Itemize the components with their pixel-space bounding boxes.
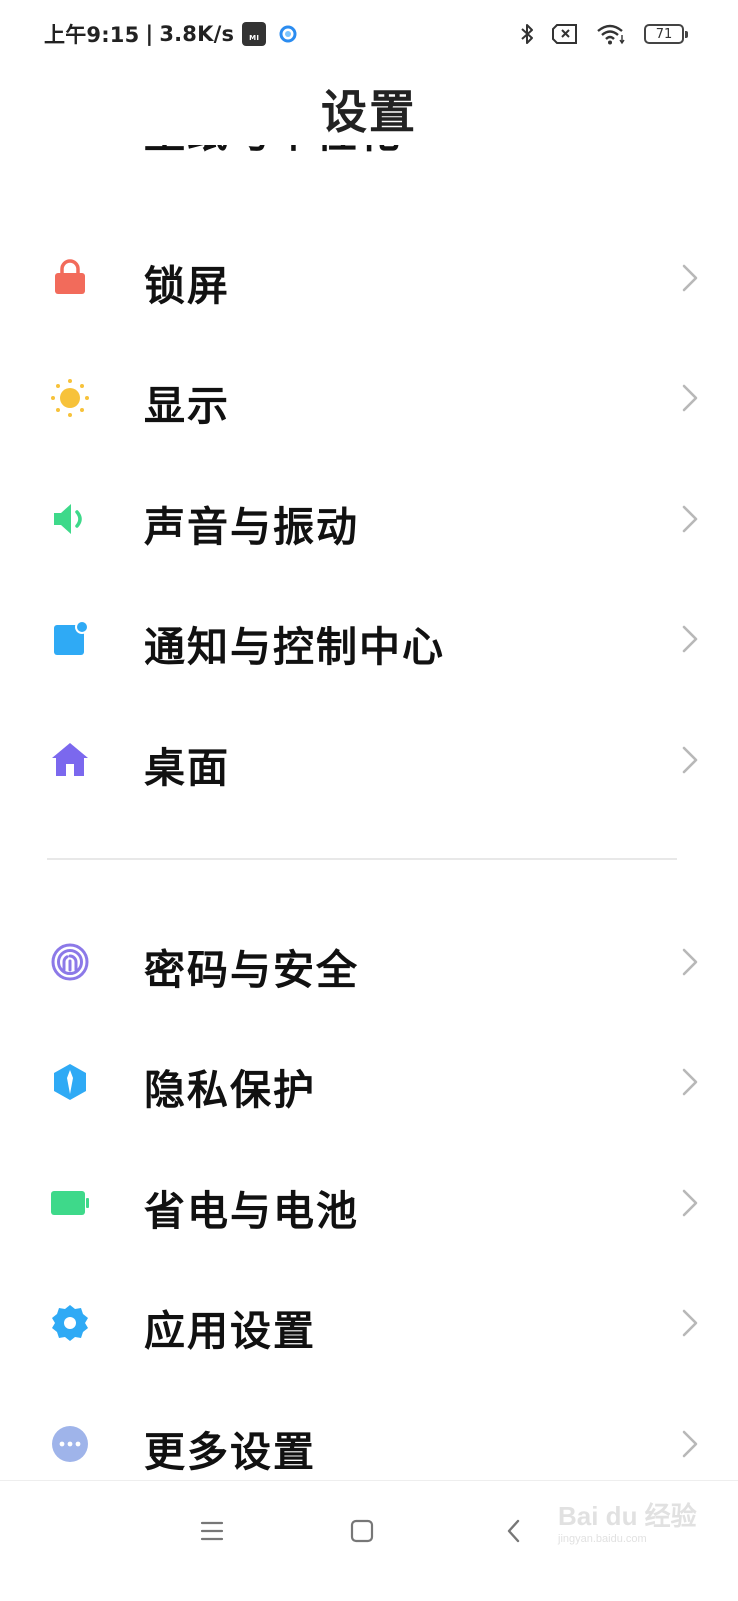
settings-item-display[interactable]: 显示: [0, 338, 738, 458]
back-icon: [507, 1519, 520, 1543]
settings-item-password-security[interactable]: 密码与安全: [0, 902, 738, 1022]
fingerprint-icon: [50, 942, 90, 982]
wifi-icon: [597, 24, 625, 45]
chevron-right-icon: [682, 1068, 698, 1096]
recent-apps-button[interactable]: [192, 1511, 232, 1551]
settings-item-home-screen[interactable]: 桌面: [0, 700, 738, 820]
settings-item-label: 声音与振动: [144, 503, 359, 551]
mi-store-icon: MI: [242, 22, 267, 46]
settings-item-label: 桌面: [144, 744, 230, 792]
section-divider: [47, 858, 677, 860]
more-dots-icon: [50, 1424, 90, 1464]
settings-item-apps[interactable]: 应用设置: [0, 1263, 738, 1383]
chevron-right-icon: [682, 1189, 698, 1217]
battery-level: 71: [655, 26, 673, 42]
speaker-icon: [50, 499, 90, 539]
home-square-icon: [350, 1519, 374, 1543]
settings-item-lock-screen[interactable]: 锁屏: [0, 218, 738, 338]
settings-item-privacy[interactable]: 隐私保护: [0, 1022, 738, 1142]
settings-item-label: 壁纸与个性化: [144, 145, 402, 159]
settings-item-more[interactable]: 更多设置: [0, 1384, 738, 1480]
status-bar: 上午9:15 | 3.8K/s MI 71: [0, 0, 738, 68]
gear-icon: [50, 1303, 90, 1343]
settings-item-notifications[interactable]: 通知与控制中心: [0, 579, 738, 699]
home-icon: [50, 740, 90, 780]
settings-item-label: 密码与安全: [144, 946, 359, 994]
page-title: 设置: [321, 85, 417, 139]
baidu-watermark: Bai du 经验 jingyan.baidu.com: [558, 1496, 698, 1560]
settings-item-label: 应用设置: [144, 1307, 316, 1355]
sun-icon: [50, 378, 90, 418]
chevron-right-icon: [682, 625, 698, 653]
status-right: 71: [520, 18, 688, 50]
privacy-shield-icon: [50, 1062, 90, 1102]
watermark-brand: Bai du 经验: [558, 1501, 697, 1531]
network-speed: 3.8K/s: [159, 22, 235, 46]
settings-item-sound[interactable]: 声音与振动: [0, 459, 738, 579]
home-button[interactable]: [342, 1511, 382, 1551]
settings-item-label: 通知与控制中心: [144, 623, 445, 671]
menu-icon: [200, 1521, 224, 1541]
clock: 上午9:15: [44, 23, 140, 47]
chevron-right-icon: [682, 1430, 698, 1458]
settings-item-label: 锁屏: [144, 262, 230, 310]
battery-icon: 71: [644, 24, 688, 44]
chevron-right-icon: [682, 505, 698, 533]
settings-item-label: 显示: [144, 382, 230, 430]
notification-icon: [50, 619, 90, 659]
status-left: 上午9:15 | 3.8K/s MI: [44, 18, 298, 50]
settings-item-label: 更多设置: [144, 1428, 316, 1476]
sim-off-icon: [552, 24, 577, 44]
settings-item-label: 隐私保护: [144, 1066, 316, 1114]
settings-item-label: 省电与电池: [144, 1187, 359, 1235]
settings-item-wallpaper[interactable]: 壁纸与个性化: [0, 145, 738, 185]
status-separator: |: [145, 22, 154, 46]
chevron-right-icon: [682, 746, 698, 774]
chevron-right-icon: [682, 264, 698, 292]
chevron-right-icon: [682, 1309, 698, 1337]
settings-item-battery[interactable]: 省电与电池: [0, 1143, 738, 1263]
settings-list[interactable]: 壁纸与个性化 锁屏 显示: [0, 145, 738, 1480]
watermark-url: jingyan.baidu.com: [558, 1533, 647, 1545]
app-notification-icon: [279, 25, 297, 43]
chevron-right-icon: [682, 384, 698, 412]
chevron-right-icon: [682, 948, 698, 976]
bluetooth-icon: [521, 24, 533, 44]
battery-saver-icon: [50, 1183, 90, 1223]
back-button[interactable]: [494, 1511, 534, 1551]
mi-badge-text: MI: [249, 34, 260, 42]
lock-icon: [50, 258, 90, 298]
